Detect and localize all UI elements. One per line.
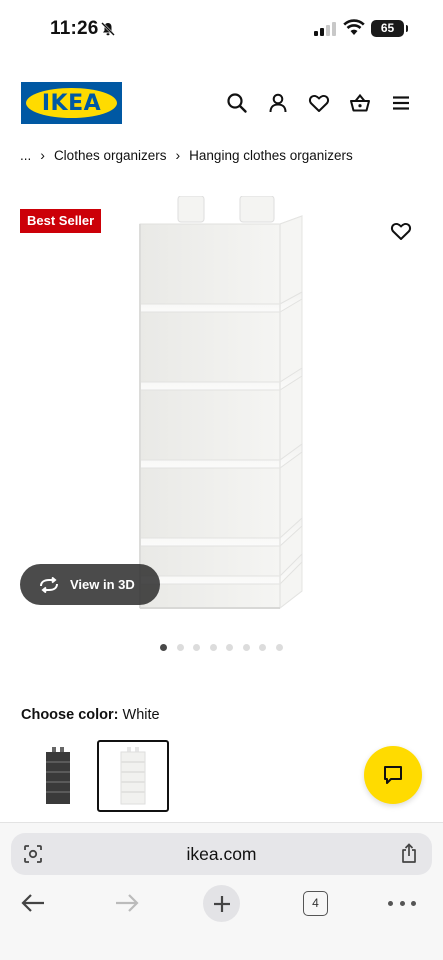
basket-icon[interactable]: [349, 92, 371, 114]
carousel-dot[interactable]: [226, 644, 233, 651]
battery-indicator: 65: [371, 20, 408, 37]
wifi-icon: [343, 19, 365, 35]
bell-off-icon: [101, 22, 115, 36]
menu-icon[interactable]: [390, 92, 412, 114]
view-in-3d-label: View in 3D: [70, 577, 135, 592]
arrow-right-icon: [116, 894, 139, 912]
carousel-dot[interactable]: [242, 644, 250, 651]
favorites-icon[interactable]: [308, 92, 330, 114]
status-bar: 11:26 65: [0, 0, 443, 58]
dark-gray-organizer-thumbnail: [46, 747, 70, 804]
chevron-right-icon: ›: [40, 147, 45, 163]
breadcrumb-item-hanging-clothes-organizers[interactable]: Hanging clothes organizers: [189, 148, 353, 163]
color-swatch-dark-gray[interactable]: [22, 740, 94, 812]
carousel-dot[interactable]: [193, 644, 200, 651]
chat-icon: [384, 766, 402, 784]
tab-switcher-button[interactable]: 4: [303, 891, 328, 916]
carousel-dot[interactable]: [259, 644, 266, 651]
status-time: 11:26: [50, 18, 99, 39]
color-swatch-white[interactable]: [97, 740, 169, 812]
arrow-left-icon: [21, 894, 44, 912]
breadcrumb: ... › Clothes organizers › Hanging cloth…: [20, 147, 353, 163]
chevron-right-icon: ›: [175, 147, 181, 163]
carousel-dot[interactable]: [160, 644, 167, 651]
rotate-3d-icon: [40, 576, 58, 593]
image-carousel-dots: [160, 644, 292, 651]
add-to-favorites-icon[interactable]: [390, 220, 412, 242]
choose-color-row: Choose color: White: [21, 707, 160, 723]
logo-ellipse: IKEA: [26, 88, 117, 118]
carousel-dot[interactable]: [275, 644, 283, 651]
selected-color-value: White: [122, 707, 160, 723]
cellular-signal-icon: [314, 22, 336, 36]
more-options-icon[interactable]: [388, 901, 416, 907]
carousel-dot[interactable]: [176, 644, 184, 651]
plus-icon: [213, 895, 230, 912]
carousel-dot[interactable]: [209, 644, 217, 651]
white-organizer-thumbnail: [120, 747, 146, 805]
product-image[interactable]: [130, 196, 310, 628]
breadcrumb-ellipsis[interactable]: ...: [20, 148, 31, 163]
view-in-3d-button[interactable]: View in 3D: [20, 564, 160, 605]
ikea-logo[interactable]: IKEA: [21, 82, 122, 124]
url-text[interactable]: ikea.com: [11, 844, 432, 865]
site-header: IKEA: [0, 82, 443, 124]
address-bar[interactable]: ikea.com: [11, 833, 432, 875]
choose-color-label: Choose color:: [21, 707, 119, 723]
account-icon[interactable]: [267, 92, 289, 114]
logo-text: IKEA: [41, 90, 102, 116]
breadcrumb-item-clothes-organizers[interactable]: Clothes organizers: [54, 148, 167, 163]
browser-toolbar: ikea.com 4: [0, 822, 443, 960]
forward-button[interactable]: [111, 887, 143, 919]
chat-button[interactable]: [364, 746, 422, 804]
share-icon[interactable]: [400, 843, 418, 864]
back-button[interactable]: [17, 887, 49, 919]
new-tab-button[interactable]: [203, 885, 240, 922]
search-icon[interactable]: [226, 92, 248, 114]
best-seller-badge: Best Seller: [20, 209, 102, 233]
